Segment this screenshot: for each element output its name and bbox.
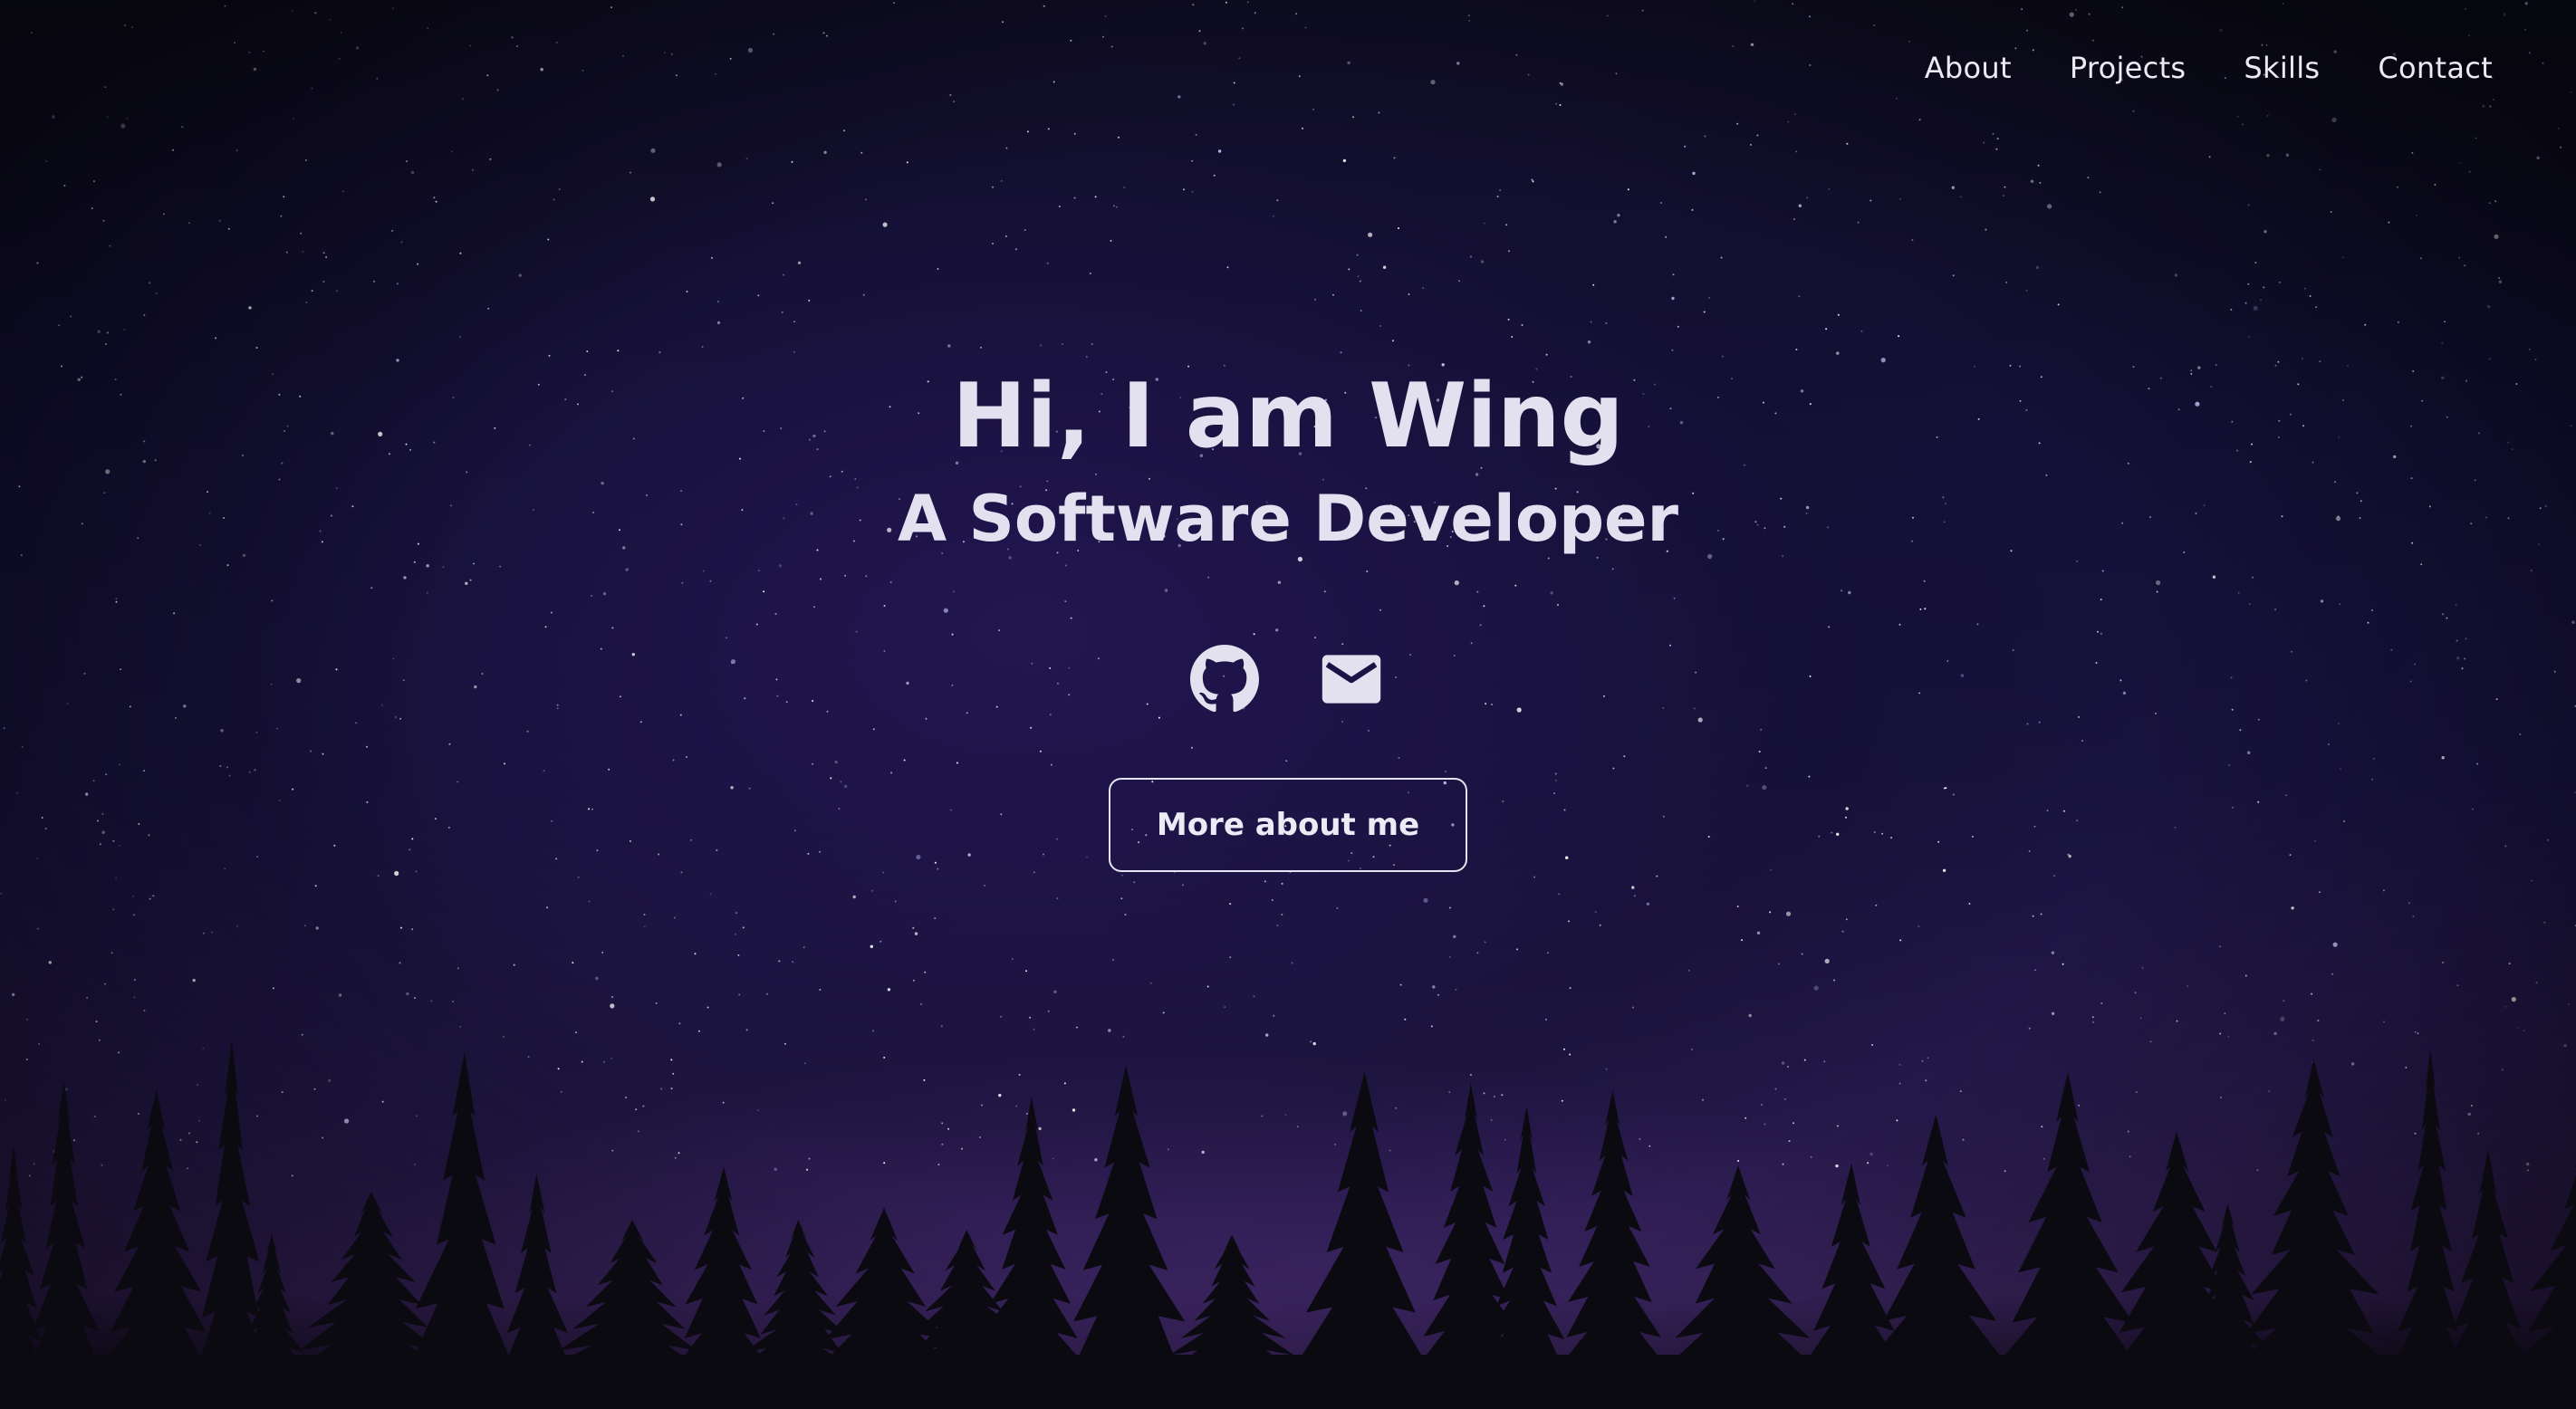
github-link[interactable] [1189, 644, 1260, 714]
hero-section: About Projects Skills Contact Hi, I am W… [0, 0, 2576, 1409]
email-link[interactable] [1316, 644, 1387, 714]
hero-title: Hi, I am Wing [952, 365, 1624, 468]
mail-icon [1322, 655, 1381, 704]
hero-content: Hi, I am Wing A Software Developer More … [0, 358, 2576, 872]
tree-silhouette [0, 1039, 2576, 1409]
social-links [0, 644, 2576, 714]
nav-link-about[interactable]: About [1925, 51, 2012, 85]
nav-link-contact[interactable]: Contact [2378, 51, 2493, 85]
more-about-me-button[interactable]: More about me [1109, 778, 1467, 872]
top-nav: About Projects Skills Contact [1925, 51, 2493, 85]
nav-link-skills[interactable]: Skills [2244, 51, 2320, 85]
github-icon [1190, 645, 1259, 713]
hero-subtitle: A Software Developer [897, 482, 1679, 556]
nav-link-projects[interactable]: Projects [2070, 51, 2187, 85]
